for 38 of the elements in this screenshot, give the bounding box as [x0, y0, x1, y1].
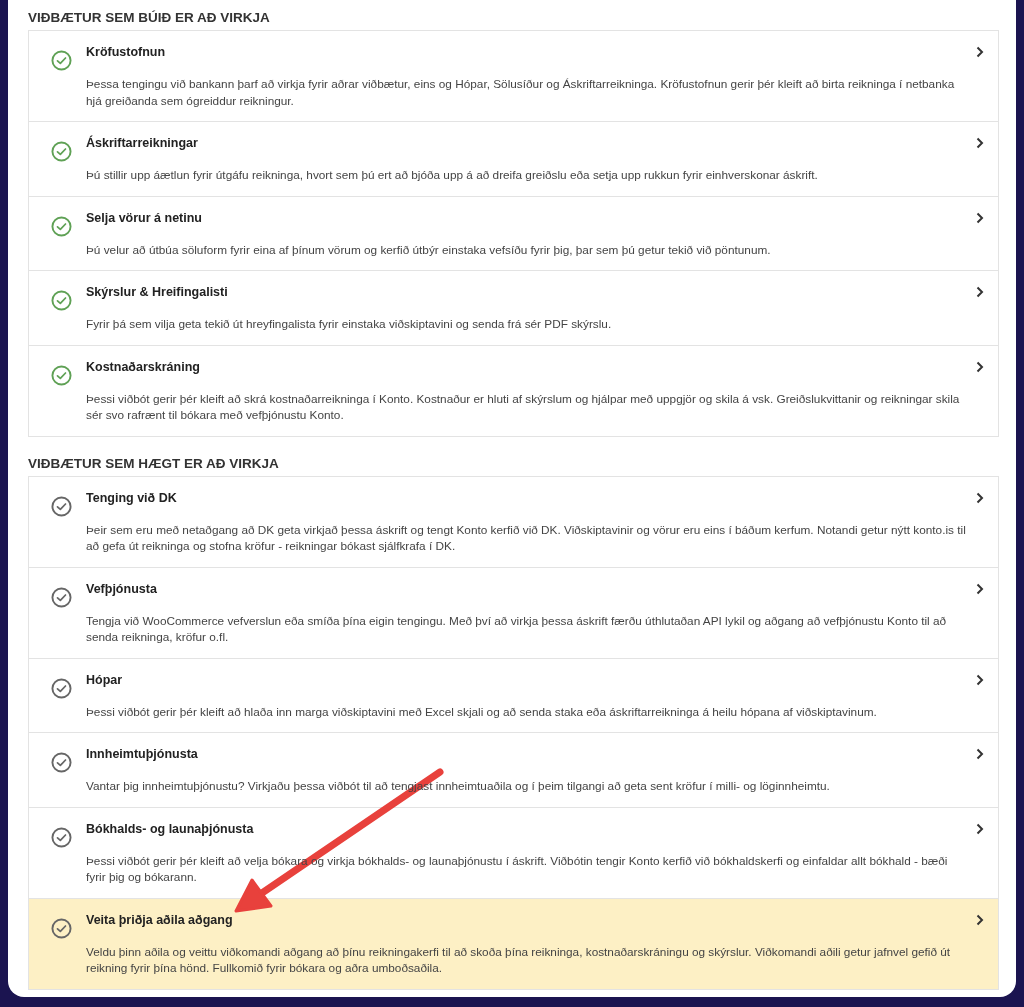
chevron-right-icon[interactable]	[976, 286, 984, 298]
addon-row[interactable]: Selja vörur á netinu Þú velur að útbúa söluform fyrir eina af þínum vörum og kerfið útbýr einstaka vefsíðu fyrir þig, þar sem þú getur tekið við pöntunum.	[29, 195, 998, 270]
chevron-right-icon[interactable]	[976, 491, 984, 504]
chevron-right-icon[interactable]	[976, 582, 984, 595]
section-heading: VIÐBÆTUR SEM HÆGT ER AÐ VIRKJA	[28, 455, 280, 471]
addon-description: Fyrir þá sem vilja geta tekið út hreyfingalista fyrir einstaka viðskiptavini og senda frá sér PDF skýrslu.	[86, 316, 613, 333]
addon-title: Bókhalds- og launaþjónusta	[86, 820, 255, 838]
addon-description: Veldu þinn aðila og veittu viðkomandi aðgang að þínu reikningakerfi til að skoða þína reikninga, kostnaðarskráningu og skýrslur. Viðkomandi aðili getur jafnvel gefið út reikning fyrir þína hönd. Fullkomið fyrir bókara og aðra umboðsaðila.	[86, 943, 952, 977]
addon-description: Þessa tengingu við bankann þarf að virkja fyrir aðrar viðbætur, eins og Hópar, Sölusíður og Áskriftarreikninga. Kröfustofnun gerir þér kleift að birta reikninga í netbanka hjá greiðanda sem ógreiddur reikningur.	[86, 76, 956, 109]
addon-row[interactable]	[29, 897, 998, 989]
addon-title: Vefþjónusta	[86, 580, 158, 598]
addon-title: Kostnaðarskráning	[86, 358, 201, 376]
chevron-right-icon[interactable]	[976, 913, 984, 926]
addon-title: Skýrslur & Hreifingalisti	[86, 284, 229, 301]
chevron-right-icon[interactable]	[976, 822, 984, 835]
addon-description: Þú stillir upp áætlun fyrir útgáfu reikninga, hvort sem þú ert að bjóða upp á að dreifa greiðslu eða setja upp rukkun fyrir einhverskonar áskrift.	[86, 167, 819, 184]
addon-description: Þessi viðbót gerir þér kleift að hlaða inn marga viðskiptavini með Excel skjali og að senda staka eða áskriftarreikninga á heilu hópana af viðskiptavinum.	[86, 703, 878, 720]
chevron-right-icon[interactable]	[976, 137, 984, 149]
addon-title: Kröfustofnun	[86, 44, 167, 61]
addon-title: Hópar	[86, 671, 124, 689]
addon-title: Veita þriðja aðila aðgang	[86, 911, 234, 929]
addon-row[interactable]: Skýrslur & Hreifingalisti Fyrir þá sem vilja geta tekið út hreyfingalista fyrir einstaka viðskiptavini og senda frá sér PDF skýrslu.	[29, 270, 998, 345]
chevron-right-icon[interactable]	[976, 46, 984, 58]
addon-description: Þeir sem eru með netaðgang að DK geta virkjað þessa áskrift og tengt Konto kerfið við DK. Viðskiptavinir og vörur eru eins í báðum kerfum. Notandi getur nýtt konto.is til að gefa út reikninga og stofna kröfur - reikningar bókast sjálfkrafa í DK.	[86, 521, 967, 555]
addon-row[interactable]: Hópar Þessi viðbót gerir þér kleift að hlaða inn marga viðskiptavini með Excel skjali og að senda staka eða áskriftarreikninga á heilu hópana af viðskiptavinum.	[29, 657, 998, 732]
addon-title: Tenging við DK	[86, 489, 178, 507]
addon-title: Selja vörur á netinu	[86, 209, 203, 227]
addon-description: Þessi viðbót gerir þér kleift að skrá kostnaðarreikninga í Konto. Kostnaður er hluti af skýrslum og hjálpar með uppgjör og skila á vsk. Greiðslukvittanir og reikningar skila sér svo rafrænt til bókara með vefþjónustu Konto.	[86, 390, 961, 424]
addon-description: Þú velur að útbúa söluform fyrir eina af þínum vörum og kerfið útbýr einstaka vefsíðu fyrir þig, þar sem þú getur tekið við pöntunum.	[86, 241, 772, 258]
addon-description: Tengja við WooCommerce vefverslun eða smíða þína eigin tengingu. Með því að virkja þessa áskrift færðu úthlutaðan API lykil og aðgang að vefþjónustu Konto til að senda reikninga, kröfur o.fl.	[86, 612, 948, 646]
chevron-right-icon[interactable]	[976, 673, 984, 686]
addon-title: Áskriftarreikningar	[86, 134, 199, 152]
addon-row[interactable]: Áskriftarreikningar Þú stillir upp áætlun fyrir útgáfu reikninga, hvort sem þú ert að bjóða upp á að dreifa greiðslu eða setja upp rukkun fyrir einhverskonar áskrift.	[29, 121, 998, 196]
section-heading: VIÐBÆTUR SEM BÚIÐ ER AÐ VIRKJA	[28, 10, 271, 25]
chevron-right-icon[interactable]	[976, 211, 984, 224]
addon-title: Innheimtuþjónusta	[86, 746, 199, 763]
chevron-right-icon[interactable]	[976, 360, 984, 373]
chevron-right-icon[interactable]	[976, 748, 984, 760]
